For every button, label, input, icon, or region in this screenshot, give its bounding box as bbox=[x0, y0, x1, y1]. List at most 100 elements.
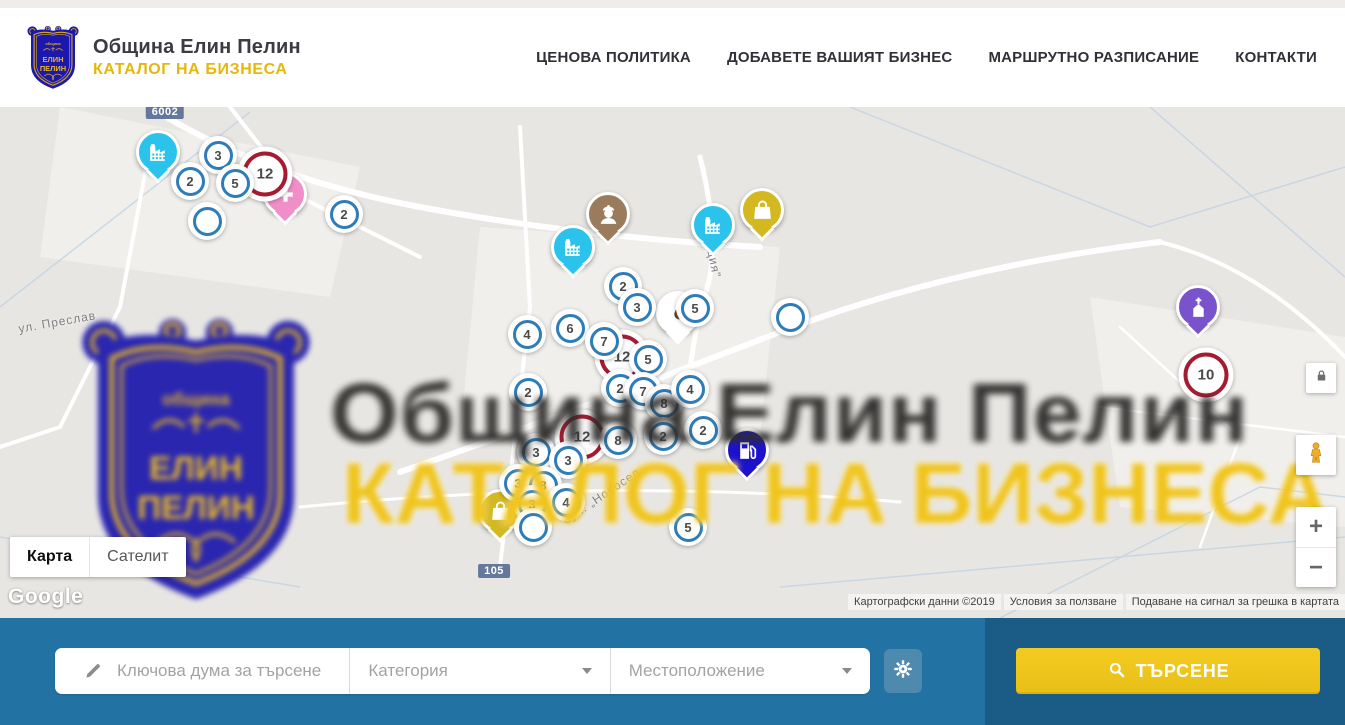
location-dropdown[interactable]: Местоположение bbox=[610, 648, 870, 694]
svg-text:ПЕЛИН: ПЕЛИН bbox=[40, 63, 66, 72]
svg-text:ЕЛИН: ЕЛИН bbox=[43, 54, 64, 63]
header: община ЕЛИН ПЕЛИН Община Елин Пелин КАТА… bbox=[0, 8, 1345, 107]
church-icon bbox=[1179, 288, 1217, 326]
map-cluster-marker[interactable]: 2 bbox=[325, 195, 363, 233]
cluster-count bbox=[519, 513, 548, 542]
map-cluster-marker[interactable]: 2 bbox=[171, 162, 209, 200]
map-cluster-marker[interactable] bbox=[188, 202, 226, 240]
site-title: Община Елин Пелин bbox=[93, 36, 301, 59]
attribution-copyright: Картографски данни ©2019 bbox=[848, 594, 1001, 610]
lock-button[interactable] bbox=[1306, 363, 1336, 393]
google-logo[interactable]: Google bbox=[8, 585, 83, 609]
category-dropdown[interactable]: Категория bbox=[349, 648, 609, 694]
search-field-group: Категория Местоположение bbox=[55, 648, 870, 694]
chevron-down-icon bbox=[582, 668, 592, 674]
street-view-pegman-button[interactable] bbox=[1296, 435, 1336, 475]
logo-text: Община Елин Пелин КАТАЛОГ НА БИЗНЕСА bbox=[93, 36, 301, 79]
worker-icon bbox=[589, 195, 627, 233]
shopping-bag-icon bbox=[743, 191, 781, 229]
cluster-count: 4 bbox=[552, 488, 581, 517]
map-attribution: Картографски данни ©2019 Условия за полз… bbox=[848, 594, 1345, 610]
cluster-count: 3 bbox=[623, 293, 652, 322]
cluster-count: 2 bbox=[176, 167, 205, 196]
search-button[interactable]: ТЪРСЕНЕ bbox=[1016, 648, 1320, 694]
keyword-segment bbox=[55, 648, 349, 694]
map-type-button-satellite[interactable]: Сателит bbox=[89, 537, 185, 577]
map-pin-factory[interactable] bbox=[551, 225, 595, 269]
road-number-label: 105 bbox=[478, 564, 510, 578]
nav-item-add-business[interactable]: ДОБАВЕТЕ ВАШИЯТ БИЗНЕС bbox=[727, 49, 952, 66]
map-cluster-marker[interactable]: 5 bbox=[669, 508, 707, 546]
map-pin-fuel-pump[interactable] bbox=[725, 428, 769, 472]
attribution-report-error-link[interactable]: Подаване на сигнал за грешка в картата bbox=[1126, 594, 1345, 610]
search-icon bbox=[1107, 660, 1126, 682]
cluster-count: 2 bbox=[330, 200, 359, 229]
factory-icon bbox=[554, 228, 592, 266]
map-cluster-marker[interactable]: 6 bbox=[551, 309, 589, 347]
map-type-button-map[interactable]: Карта bbox=[10, 537, 89, 577]
map-cluster-marker[interactable]: 8 bbox=[599, 421, 637, 459]
pencil-icon bbox=[83, 661, 103, 681]
factory-icon bbox=[694, 206, 732, 244]
category-dropdown-label: Категория bbox=[368, 661, 447, 681]
nav-item-contacts[interactable]: КОНТАКТИ bbox=[1235, 49, 1317, 66]
attribution-terms-link[interactable]: Условия за ползване bbox=[1004, 594, 1123, 610]
svg-text:община: община bbox=[45, 41, 61, 46]
page: община ЕЛИН ПЕЛИН Община Елин Пелин КАТА… bbox=[0, 0, 1345, 725]
map-pin-factory[interactable] bbox=[136, 130, 180, 174]
street-view-pegman-icon bbox=[1304, 441, 1328, 470]
map-cluster-marker[interactable]: 5 bbox=[676, 289, 714, 327]
map-cluster-marker[interactable]: 10 bbox=[1179, 348, 1234, 403]
fuel-pump-icon bbox=[728, 431, 766, 469]
zoom-out-button[interactable]: − bbox=[1296, 547, 1336, 587]
map-cluster-marker[interactable]: 2 bbox=[644, 417, 682, 455]
nav-item-route-schedule[interactable]: МАРШРУТНО РАЗПИСАНИЕ bbox=[988, 49, 1199, 66]
map-cluster-marker[interactable]: 2 bbox=[684, 411, 722, 449]
road-number-label: 6002 bbox=[146, 107, 184, 119]
factory-icon bbox=[139, 133, 177, 171]
cluster-count: 5 bbox=[221, 169, 250, 198]
map-pin-shopping-bag[interactable] bbox=[740, 188, 784, 232]
map-pin-church[interactable] bbox=[1176, 285, 1220, 329]
cluster-count: 5 bbox=[634, 345, 663, 374]
cluster-count: 3 bbox=[554, 446, 583, 475]
location-dropdown-label: Местоположение bbox=[629, 661, 765, 681]
cluster-count: 4 bbox=[676, 375, 705, 404]
cluster-count bbox=[193, 207, 222, 236]
chevron-down-icon bbox=[842, 668, 852, 674]
map-canvas[interactable]: 6002105ул. Преславбул. „Новоселция"32125… bbox=[0, 107, 1345, 618]
map-cluster-marker[interactable]: 5 bbox=[216, 164, 254, 202]
cluster-count: 5 bbox=[674, 513, 703, 542]
main-nav: ЦЕНОВА ПОЛИТИКА ДОБАВЕТЕ ВАШИЯТ БИЗНЕС М… bbox=[536, 49, 1319, 66]
map-cluster-marker[interactable]: 3 bbox=[618, 288, 656, 326]
zoom-control: + − bbox=[1296, 507, 1336, 587]
map-cluster-marker[interactable] bbox=[514, 508, 552, 546]
cluster-count: 10 bbox=[1184, 353, 1229, 398]
map-cluster-marker[interactable] bbox=[771, 298, 809, 336]
cluster-count: 5 bbox=[681, 294, 710, 323]
advanced-settings-button[interactable] bbox=[884, 649, 922, 693]
map-cluster-marker[interactable]: 4 bbox=[508, 315, 546, 353]
top-strip bbox=[0, 0, 1345, 8]
cluster-count: 2 bbox=[514, 378, 543, 407]
search-bar: Категория Местоположение ТЪРСЕНЕ bbox=[0, 618, 1345, 725]
cluster-count: 2 bbox=[649, 422, 678, 451]
map-cluster-marker[interactable]: 2 bbox=[509, 373, 547, 411]
nav-item-pricing[interactable]: ЦЕНОВА ПОЛИТИКА bbox=[536, 49, 691, 66]
map-cluster-marker[interactable]: 4 bbox=[547, 483, 585, 521]
cluster-count: 4 bbox=[513, 320, 542, 349]
search-button-label: ТЪРСЕНЕ bbox=[1136, 661, 1230, 682]
map-pin-factory[interactable] bbox=[691, 203, 735, 247]
site-logo[interactable]: община ЕЛИН ПЕЛИН Община Елин Пелин КАТА… bbox=[26, 25, 301, 91]
cluster-count: 3 bbox=[522, 438, 551, 467]
zoom-in-button[interactable]: + bbox=[1296, 507, 1336, 547]
site-subtitle: КАТАЛОГ НА БИЗНЕСА bbox=[93, 61, 301, 79]
keyword-search-input[interactable] bbox=[117, 661, 337, 681]
map-cluster-marker[interactable]: 7 bbox=[585, 322, 623, 360]
map-pin-worker[interactable] bbox=[586, 192, 630, 236]
map-cluster-marker[interactable]: 4 bbox=[671, 370, 709, 408]
cluster-count: 8 bbox=[604, 426, 633, 455]
cluster-count: 7 bbox=[590, 327, 619, 356]
municipality-crest-icon: община ЕЛИН ПЕЛИН bbox=[26, 25, 80, 91]
map-type-switcher: Карта Сателит bbox=[10, 537, 186, 577]
